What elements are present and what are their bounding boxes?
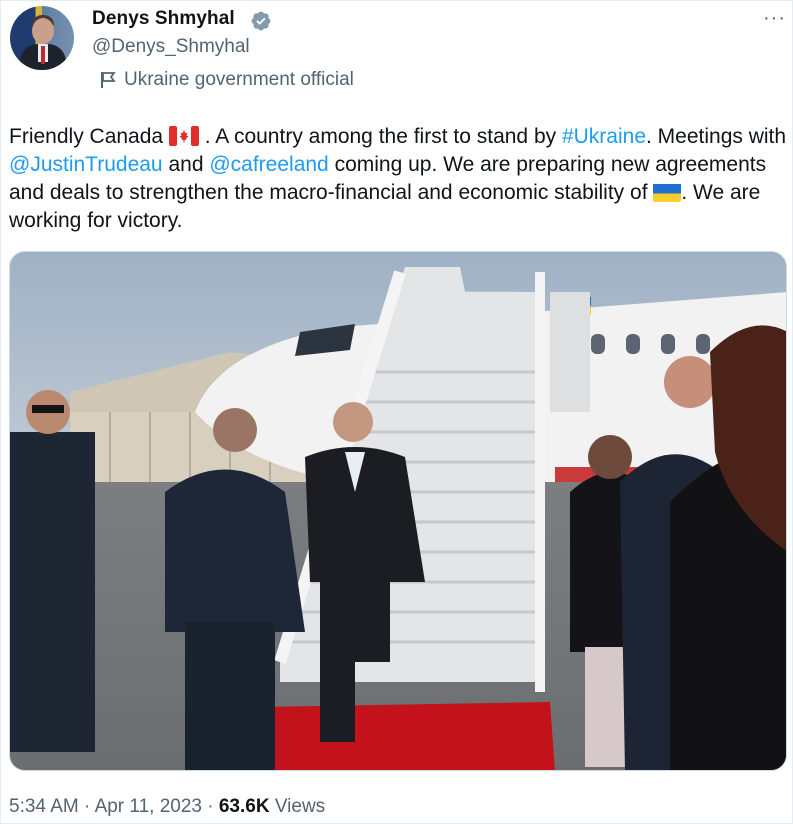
photo-illustration (10, 252, 786, 770)
separator: · (78, 796, 95, 817)
tweet-text-part: Friendly Canada (9, 125, 169, 148)
hashtag-ukraine-link[interactable]: #Ukraine (562, 125, 646, 148)
tweet-text: Friendly Canada . A country among the fi… (9, 123, 789, 235)
tweet-card: Denys Shmyhal @Denys_Shmyhal Ukraine gov… (0, 0, 793, 824)
tweet-time-link[interactable]: 5:34 AM (9, 796, 79, 817)
ukraine-flag-emoji (653, 183, 682, 202)
canada-flag-emoji (168, 126, 199, 146)
tweet-date-link[interactable]: Apr 11, 2023 (95, 796, 202, 817)
tweet-text-part: and (162, 153, 210, 176)
affiliation-label[interactable]: Ukraine government official (100, 69, 354, 91)
author-handle[interactable]: @Denys_Shmyhal (92, 36, 250, 58)
views-count: 63.6K (218, 796, 270, 817)
avatar[interactable] (10, 6, 74, 70)
author-name[interactable]: Denys Shmyhal (92, 8, 235, 30)
tweet-photo[interactable] (9, 251, 787, 771)
mention-justintrudeau-link[interactable]: @JustinTrudeau (9, 153, 163, 176)
verified-badge-icon (251, 11, 271, 31)
mention-cafreeland-link[interactable]: @cafreeland (209, 153, 328, 176)
affiliation-text: Ukraine government official (124, 69, 354, 90)
flag-icon (101, 72, 116, 88)
more-icon[interactable]: ··· (763, 7, 786, 30)
tweet-meta: 5:34 AM · Apr 11, 2023 · 63.6K Views (9, 796, 325, 818)
views-label: Views (269, 796, 326, 817)
tweet-text-part: . A country among the first to stand by (198, 125, 562, 148)
tweet-text-part: . Meetings with (646, 125, 787, 148)
separator: · (201, 796, 219, 817)
